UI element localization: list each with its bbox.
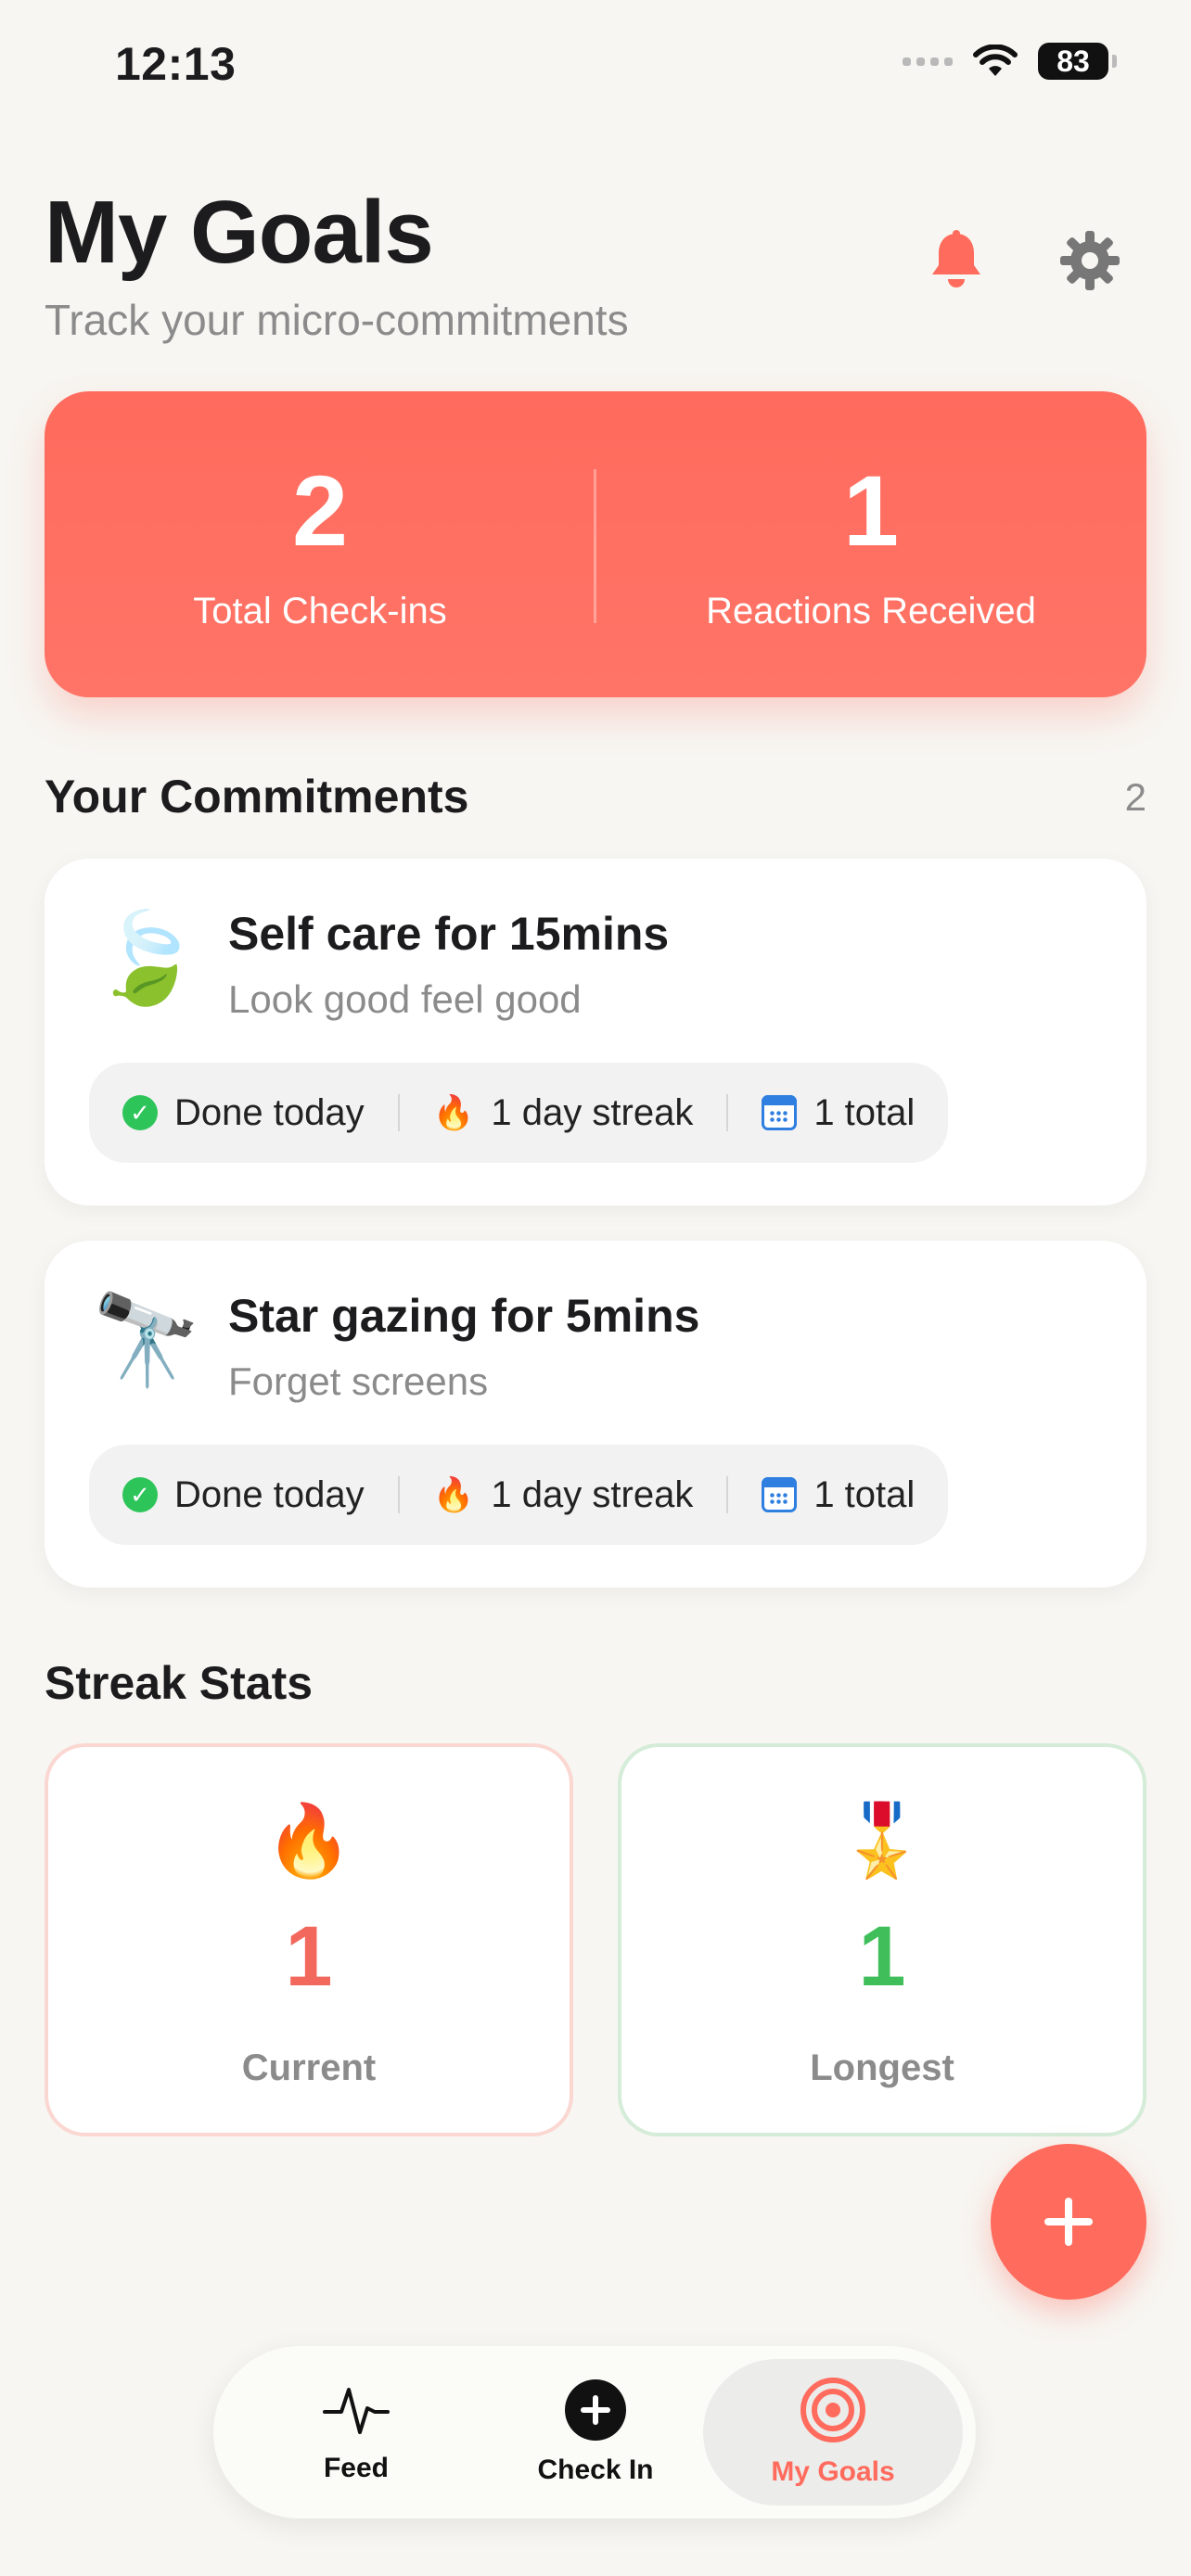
longest-streak-label: Longest	[810, 2047, 954, 2088]
fire-icon: 🔥	[264, 1802, 353, 1881]
battery-indicator: 83	[1038, 43, 1108, 80]
chip-divider	[726, 1094, 729, 1131]
commitment-title: Self care for 15mins	[228, 908, 670, 960]
total-label: 1 total	[813, 1473, 916, 1515]
battery-tip	[1112, 55, 1117, 68]
commitment-subtitle: Look good feel good	[228, 977, 582, 1021]
telescope-icon: 🔭	[91, 1291, 202, 1390]
pulse-icon	[323, 2388, 390, 2434]
total-checkins-value: 2	[291, 454, 349, 567]
check-circle-icon: ✓	[122, 1477, 158, 1512]
tab-check-in-label: Check In	[537, 2455, 654, 2485]
commitment-card[interactable]: 🔭 Star gazing for 5mins Forget screens ✓…	[45, 1241, 1146, 1588]
leaves-icon: 🍃	[91, 909, 202, 1008]
reactions-received-value: 1	[842, 454, 900, 567]
streak-chip: 🔥 1 day streak	[433, 1474, 694, 1516]
gear-icon	[1060, 231, 1120, 290]
tab-feed[interactable]: Feed	[226, 2359, 486, 2506]
cellular-signal-icon	[903, 57, 953, 66]
reactions-received-label: Reactions Received	[706, 590, 1036, 631]
current-streak-card: 🔥 1 Current	[45, 1743, 573, 2136]
streak-chip: 🔥 1 day streak	[433, 1092, 694, 1134]
chip-divider	[397, 1094, 400, 1131]
medal-icon: 🎖️	[838, 1802, 927, 1881]
commitment-stats: ✓ Done today 🔥 1 day streak 1 total	[89, 1063, 949, 1163]
bell-icon	[932, 230, 980, 287]
commitment-title: Star gazing for 5mins	[228, 1290, 700, 1342]
longest-streak-card: 🎖️ 1 Longest	[618, 1743, 1146, 2136]
streak-section-title: Streak Stats	[45, 1657, 314, 1709]
target-icon	[800, 2378, 865, 2442]
commitment-subtitle: Forget screens	[228, 1359, 489, 1403]
plus-circle-icon	[565, 2379, 626, 2441]
notifications-button[interactable]	[915, 219, 998, 302]
chip-divider	[726, 1476, 729, 1513]
total-chip: 1 total	[762, 1474, 915, 1516]
longest-streak-value: 1	[858, 1909, 906, 2004]
tab-check-in[interactable]: Check In	[466, 2359, 725, 2506]
plus-icon	[1044, 2198, 1093, 2246]
reactions-received-stat: 1 Reactions Received	[596, 391, 1146, 697]
commitment-stats: ✓ Done today 🔥 1 day streak 1 total	[89, 1445, 949, 1545]
wifi-icon	[973, 45, 1018, 76]
commitments-count: 2	[1124, 775, 1146, 819]
done-today-label: Done today	[174, 1473, 365, 1515]
total-chip: 1 total	[762, 1092, 915, 1134]
check-circle-icon: ✓	[122, 1095, 158, 1130]
streak-label: 1 day streak	[491, 1091, 694, 1133]
streak-label: 1 day streak	[491, 1473, 694, 1515]
calendar-icon	[762, 1095, 798, 1130]
done-today-label: Done today	[174, 1091, 365, 1133]
commitment-card[interactable]: 🍃 Self care for 15mins Look good feel go…	[45, 859, 1146, 1205]
tab-my-goals-label: My Goals	[771, 2456, 895, 2487]
tab-feed-label: Feed	[323, 2453, 390, 2483]
total-checkins-label: Total Check-ins	[193, 590, 447, 631]
fire-icon: 🔥	[432, 1475, 475, 1513]
calendar-icon	[762, 1477, 798, 1512]
page-title: My Goals	[45, 183, 434, 282]
status-icons: 83	[903, 43, 1117, 80]
tab-my-goals[interactable]: My Goals	[703, 2359, 963, 2506]
fire-icon: 🔥	[432, 1093, 475, 1131]
settings-button[interactable]	[1048, 219, 1132, 302]
summary-card: 2 Total Check-ins 1 Reactions Received	[45, 391, 1146, 697]
total-checkins-stat: 2 Total Check-ins	[45, 391, 596, 697]
total-label: 1 total	[813, 1091, 916, 1133]
tab-bar: Feed Check In My Goals	[213, 2346, 976, 2519]
done-today-chip: ✓ Done today	[122, 1474, 365, 1516]
add-commitment-button[interactable]	[991, 2144, 1146, 2300]
chip-divider	[397, 1476, 400, 1513]
done-today-chip: ✓ Done today	[122, 1092, 365, 1134]
status-time: 12:13	[115, 38, 237, 90]
current-streak-label: Current	[241, 2047, 377, 2088]
page-subtitle: Track your micro-commitments	[45, 296, 629, 344]
commitments-section-title: Your Commitments	[45, 771, 469, 823]
current-streak-value: 1	[285, 1909, 333, 2004]
